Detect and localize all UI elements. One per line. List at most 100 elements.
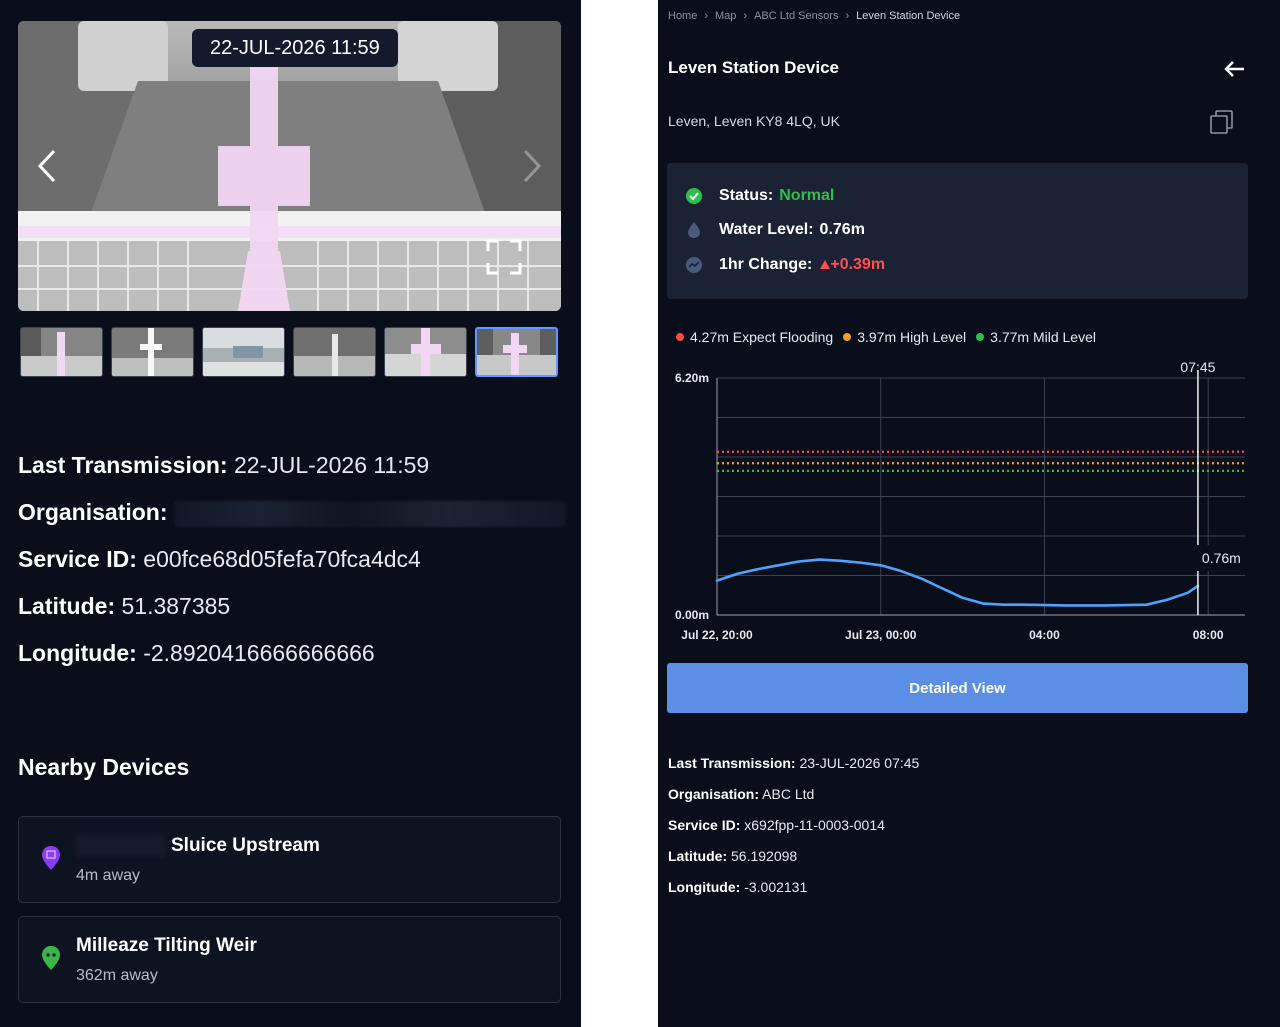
legend-label: 3.77m Mild Level	[990, 329, 1096, 345]
chart-legend: 4.27m Expect Flooding 3.97m High Level 3…	[676, 329, 1096, 345]
next-image-button[interactable]	[511, 141, 551, 191]
latitude-label: Latitude:	[18, 593, 116, 619]
triangle-up-icon	[820, 260, 831, 269]
nearby-device-name: Milleaze Tilting Weir	[76, 935, 257, 956]
thumbnail-1[interactable]	[20, 327, 103, 377]
chevron-right-icon: ›	[743, 10, 748, 22]
y-tick-label: 6.20m	[675, 371, 709, 385]
hour-change-row: 1hr Change: +0.39m	[685, 253, 885, 277]
camera-image-viewer[interactable]: 22-JUL-2026 11:59	[18, 21, 561, 311]
breadcrumb-sensors[interactable]: ABC Ltd Sensors	[754, 10, 838, 22]
water-level-label: Water Level:	[719, 221, 814, 238]
latitude-value: 51.387385	[121, 593, 231, 619]
longitude-label: Longitude:	[18, 640, 137, 666]
organisation-label: Organisation:	[18, 499, 168, 525]
check-circle-icon	[686, 188, 702, 204]
legend-label: 4.27m Expect Flooding	[690, 329, 834, 345]
legend-dot	[843, 333, 852, 341]
thumbnail-strip	[20, 327, 560, 378]
chevron-right-icon	[523, 149, 542, 183]
back-button[interactable]	[1222, 56, 1248, 82]
page-title: Leven Station Device	[668, 58, 840, 77]
legend-item[interactable]: 3.97m High Level	[843, 329, 966, 345]
thumbnail-2[interactable]	[111, 327, 194, 377]
last-transmission-label: Last Transmission:	[18, 452, 228, 478]
image-timestamp-badge: 22-JUL-2026 11:59	[192, 29, 398, 67]
hour-change-value: +0.39m	[820, 256, 885, 274]
legend-dot	[676, 333, 684, 341]
legend-item[interactable]: 3.77m Mild Level	[976, 329, 1096, 345]
x-tick-label: 04:00	[1029, 628, 1060, 642]
chevron-left-icon	[37, 149, 56, 183]
water-drop-icon	[688, 222, 700, 238]
chevron-right-icon: ›	[704, 10, 709, 22]
device-info-list: Last Transmission: 23-JUL-2026 07:45 Org…	[668, 752, 1248, 907]
last-transmission-value: 22-JUL-2026 11:59	[234, 452, 430, 478]
legend-item[interactable]: 4.27m Expect Flooding	[676, 329, 833, 345]
nearby-device-distance: 362m away	[76, 967, 158, 984]
longitude-value: -2.8920416666666666	[143, 640, 375, 666]
longitude-row: Longitude: -2.8920416666666666	[18, 636, 563, 683]
breadcrumb-map[interactable]: Map	[715, 10, 736, 22]
pin-fill	[42, 946, 60, 970]
right-device-panel: Home › Map › ABC Ltd Sensors › Leven Sta…	[658, 0, 1280, 1027]
service-id-row: Service ID: e00fce68d05fefa70fca4dc4	[18, 542, 563, 589]
breadcrumb-current: Leven Station Device	[856, 10, 961, 22]
longitude-value: -3.002131	[744, 879, 808, 895]
latitude-value: 56.192098	[731, 848, 798, 864]
map-pin-icon	[42, 946, 60, 970]
detailed-view-button[interactable]: Detailed View	[667, 663, 1248, 713]
service-id-value: x692fpp-11-0003-0014	[744, 817, 885, 833]
thumbnail-3[interactable]	[202, 327, 285, 377]
organisation-row: Organisation: ABC Ltd	[668, 783, 1248, 814]
thumbnail-6[interactable]	[475, 327, 558, 377]
breadcrumb: Home › Map › ABC Ltd Sensors › Leven Sta…	[668, 10, 960, 22]
thumbnail-4[interactable]	[293, 327, 376, 377]
fullscreen-icon	[486, 239, 522, 275]
x-tick-label: 08:00	[1193, 628, 1224, 642]
copy-icon	[1210, 110, 1233, 134]
breadcrumb-home[interactable]: Home	[668, 10, 697, 22]
nearby-device-card[interactable]: Milleaze Tilting Weir 362m away	[18, 916, 561, 1003]
longitude-label: Longitude:	[668, 879, 741, 895]
latitude-row: Latitude: 56.192098	[668, 845, 1248, 876]
status-summary-card: Status: Normal Water Level: 0.76m 1hr Ch…	[667, 163, 1248, 299]
x-tick-label: Jul 23, 00:00	[845, 628, 917, 642]
nearby-device-card[interactable]: Sluice Upstream 4m away	[18, 816, 561, 903]
last-transmission-row: Last Transmission: 23-JUL-2026 07:45	[668, 752, 1248, 783]
thumbnail-5[interactable]	[384, 327, 467, 377]
water-level-chart[interactable]: 6.20m 0.00m Jul 22, 20:00 Jul 23, 00:00 04:0…	[658, 350, 1280, 650]
cursor-value-label: 0.76m	[1202, 550, 1241, 566]
organisation-label: Organisation:	[668, 786, 760, 802]
x-tick-label: Jul 22, 20:00	[681, 628, 753, 642]
fullscreen-button[interactable]	[484, 237, 524, 277]
organisation-row: Organisation:	[18, 495, 566, 542]
water-level-value: 0.76m	[819, 221, 865, 238]
device-address: Leven, Leven KY8 4LQ, UK	[668, 113, 840, 129]
status-label: Status:	[719, 187, 774, 204]
series-line	[715, 558, 1200, 607]
nearby-devices-title: Nearby Devices	[18, 754, 190, 780]
nearby-device-name: Sluice Upstream	[171, 835, 320, 856]
previous-image-button[interactable]	[28, 141, 68, 191]
water-level-row: Water Level: 0.76m	[685, 218, 865, 242]
service-id-label: Service ID:	[18, 546, 137, 572]
hour-change-label: 1hr Change:	[719, 256, 813, 273]
legend-dot	[976, 333, 985, 341]
arrow-left-icon	[1224, 61, 1244, 77]
latitude-row: Latitude: 51.387385	[18, 589, 563, 636]
service-id-value: e00fce68d05fefa70fca4dc4	[143, 546, 421, 572]
left-device-panel: 22-JUL-2026 11:59 Last Transmission: 22-…	[0, 0, 581, 1027]
legend-label: 3.97m High Level	[857, 329, 967, 345]
hour-change-number: +0.39m	[830, 256, 886, 273]
last-transmission-value: 23-JUL-2026 07:45	[799, 755, 920, 771]
copy-address-button[interactable]	[1208, 108, 1236, 136]
cursor-time-label: 07:45	[1180, 359, 1215, 375]
organisation-redacted	[173, 500, 566, 527]
last-transmission-row: Last Transmission: 22-JUL-2026 11:59	[18, 448, 563, 495]
chevron-right-icon: ›	[845, 10, 850, 22]
nearby-device-distance: 4m away	[76, 867, 141, 884]
status-row: Status: Normal	[685, 184, 834, 208]
trend-icon	[686, 257, 702, 273]
latitude-label: Latitude:	[668, 848, 728, 864]
